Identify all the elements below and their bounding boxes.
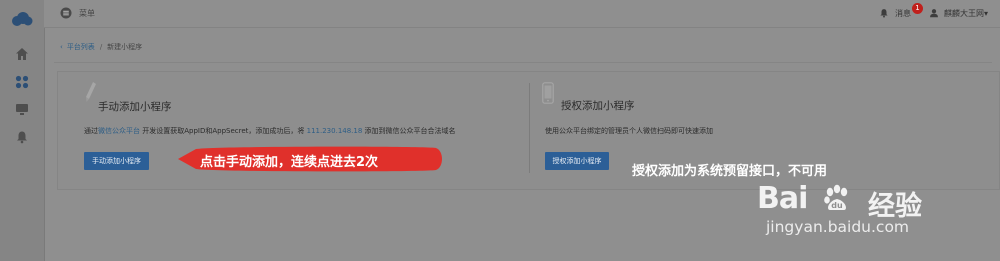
breadcrumb: ‹ 平台列表 / 新建小程序 bbox=[60, 42, 142, 52]
apps-icon[interactable] bbox=[15, 75, 29, 89]
breadcrumb-separator: / bbox=[99, 43, 103, 51]
manual-desc-suffix: 添加到微信公众平台合法域名 bbox=[362, 127, 456, 135]
baidu-logo-text: Bai bbox=[757, 181, 808, 216]
home-icon[interactable] bbox=[15, 47, 29, 61]
breadcrumb-back-link[interactable]: 平台列表 bbox=[67, 42, 95, 52]
user-menu[interactable]: 麒麟大王网▾ bbox=[944, 8, 988, 19]
bell-icon[interactable] bbox=[15, 130, 29, 144]
manual-description: 通过微信公众平台 开发设置获取AppID和AppSecret，添加成功后，将 1… bbox=[84, 126, 456, 136]
monitor-icon[interactable] bbox=[15, 102, 29, 116]
svg-text:du: du bbox=[831, 201, 843, 210]
callout-text: 点击手动添加，连续点进去2次 bbox=[200, 155, 379, 170]
manual-desc-prefix: 通过 bbox=[84, 127, 98, 135]
bell-icon[interactable] bbox=[879, 8, 889, 18]
server-ip-text: 111.230.148.18 bbox=[306, 127, 363, 135]
top-bar: 菜单 消息 1 麒麟大王网▾ bbox=[44, 0, 1000, 28]
phone-icon bbox=[542, 82, 554, 104]
unavailable-note: 授权添加为系统预留接口，不可用 bbox=[632, 164, 828, 179]
manual-desc-middle: 开发设置获取AppID和AppSecret，添加成功后，将 bbox=[140, 127, 307, 135]
user-icon[interactable] bbox=[929, 8, 939, 18]
messages-badge: 1 bbox=[911, 2, 923, 14]
divider bbox=[54, 62, 992, 63]
auth-add-button[interactable]: 授权添加小程序 bbox=[545, 152, 609, 170]
manual-add-button[interactable]: 手动添加小程序 bbox=[84, 152, 149, 170]
card-divider bbox=[529, 83, 530, 173]
menu-icon[interactable] bbox=[60, 7, 72, 19]
paw-icon: du bbox=[824, 184, 848, 210]
cloud-logo-icon[interactable] bbox=[11, 12, 33, 26]
topbar-right: 消息 1 麒麟大王网▾ bbox=[879, 2, 988, 20]
messages-label: 消息 bbox=[894, 8, 911, 18]
chevron-left-icon[interactable]: ‹ bbox=[60, 43, 63, 51]
messages-link[interactable]: 消息 1 bbox=[894, 2, 923, 19]
auth-description: 使用公众平台绑定的管理员个人微信扫码即可快速添加 bbox=[545, 127, 713, 135]
auth-section-title: 授权添加小程序 bbox=[561, 100, 635, 112]
menu-label[interactable]: 菜单 bbox=[79, 8, 95, 19]
wechat-platform-link[interactable]: 微信公众平台 bbox=[98, 127, 140, 135]
pencil-icon bbox=[86, 82, 96, 102]
sidebar bbox=[0, 0, 45, 261]
manual-section-title: 手动添加小程序 bbox=[98, 101, 172, 113]
watermark-url: jingyan.baidu.com bbox=[766, 218, 910, 236]
breadcrumb-current: 新建小程序 bbox=[107, 43, 143, 51]
